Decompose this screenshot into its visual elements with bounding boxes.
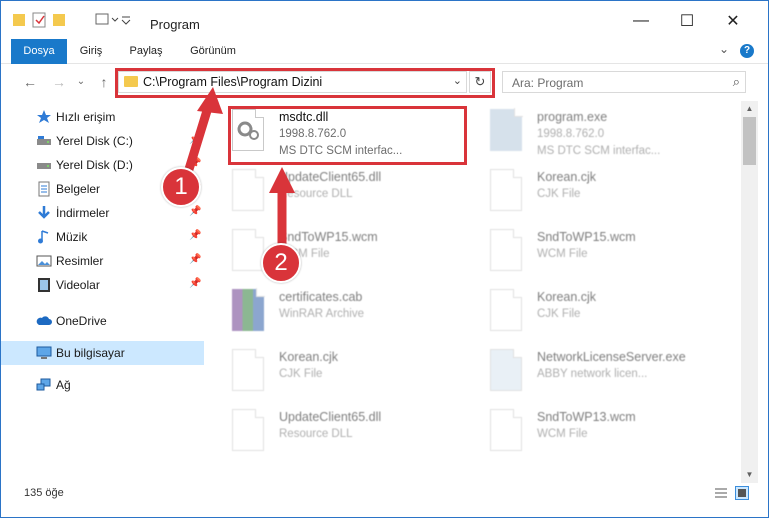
step-2-badge: 2 bbox=[261, 243, 301, 283]
large-icons-view-icon[interactable] bbox=[735, 486, 749, 500]
explorer-window: Program — ☐ ✕ Dosya Giriş Paylaş Görünüm… bbox=[0, 0, 769, 518]
status-bar: 135 öğe bbox=[1, 483, 768, 503]
details-view-icon[interactable] bbox=[714, 487, 728, 499]
annotation-arrows bbox=[181, 87, 295, 264]
item-count: 135 öğe bbox=[24, 487, 64, 499]
step-1-badge: 1 bbox=[161, 167, 201, 207]
